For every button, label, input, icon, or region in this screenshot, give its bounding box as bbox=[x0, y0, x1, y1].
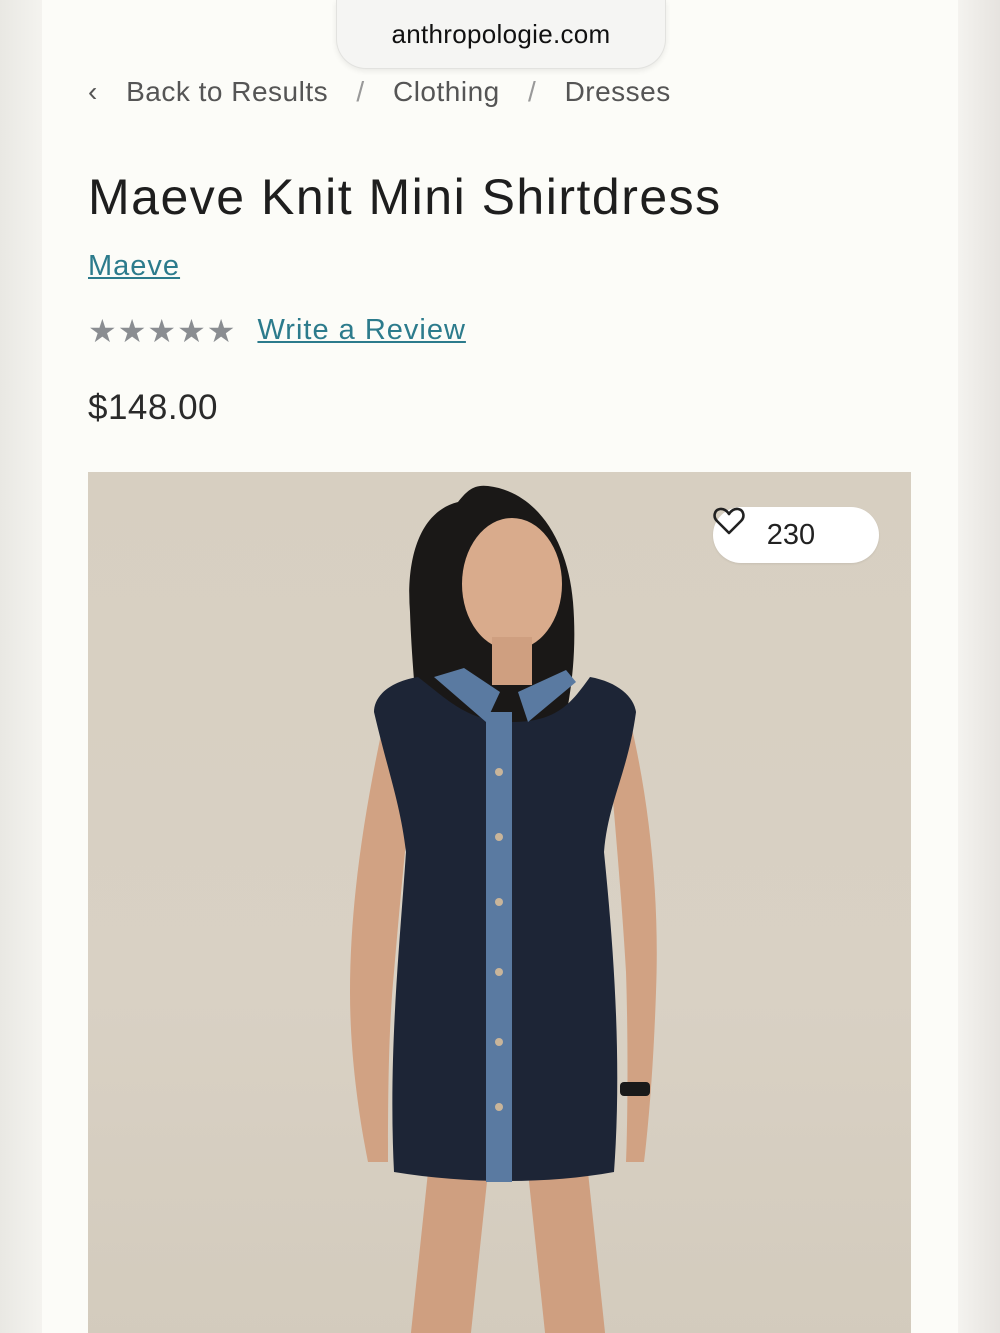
browser-url-bar[interactable]: anthropologie.com bbox=[336, 0, 666, 69]
star-icon: ★ bbox=[117, 312, 147, 349]
product-page: ‹ Back to Results / Clothing / Dresses M… bbox=[42, 0, 958, 1333]
breadcrumb-separator: / bbox=[528, 76, 537, 107]
favorite-button[interactable]: 230 bbox=[713, 507, 879, 563]
left-edge bbox=[0, 0, 42, 1333]
star-icon: ★ bbox=[206, 312, 236, 349]
rating-row: ★ ★ ★ ★ ★ Write a Review bbox=[88, 314, 466, 347]
product-price: $148.00 bbox=[88, 388, 219, 427]
breadcrumb-clothing-link[interactable]: Clothing bbox=[393, 76, 500, 107]
brand-link[interactable]: Maeve bbox=[88, 250, 180, 283]
breadcrumb-dresses-link[interactable]: Dresses bbox=[565, 76, 671, 107]
model-figure bbox=[350, 485, 657, 1333]
product-image[interactable]: 230 bbox=[88, 472, 911, 1333]
star-icon: ★ bbox=[88, 312, 117, 349]
chevron-left-icon[interactable]: ‹ bbox=[88, 76, 98, 107]
breadcrumb-separator: / bbox=[356, 76, 365, 107]
favorite-count: 230 bbox=[766, 518, 816, 551]
star-icon: ★ bbox=[177, 312, 206, 349]
breadcrumb: ‹ Back to Results / Clothing / Dresses bbox=[88, 72, 691, 112]
right-edge bbox=[958, 0, 1000, 1333]
star-icon: ★ bbox=[147, 312, 177, 349]
url-text: anthropologie.com bbox=[391, 18, 611, 49]
star-rating[interactable]: ★ ★ ★ ★ ★ bbox=[88, 315, 235, 347]
breadcrumb-back-link[interactable]: Back to Results bbox=[126, 76, 328, 107]
product-title: Maeve Knit Mini Shirtdress bbox=[88, 169, 722, 225]
write-review-link[interactable]: Write a Review bbox=[257, 314, 465, 347]
